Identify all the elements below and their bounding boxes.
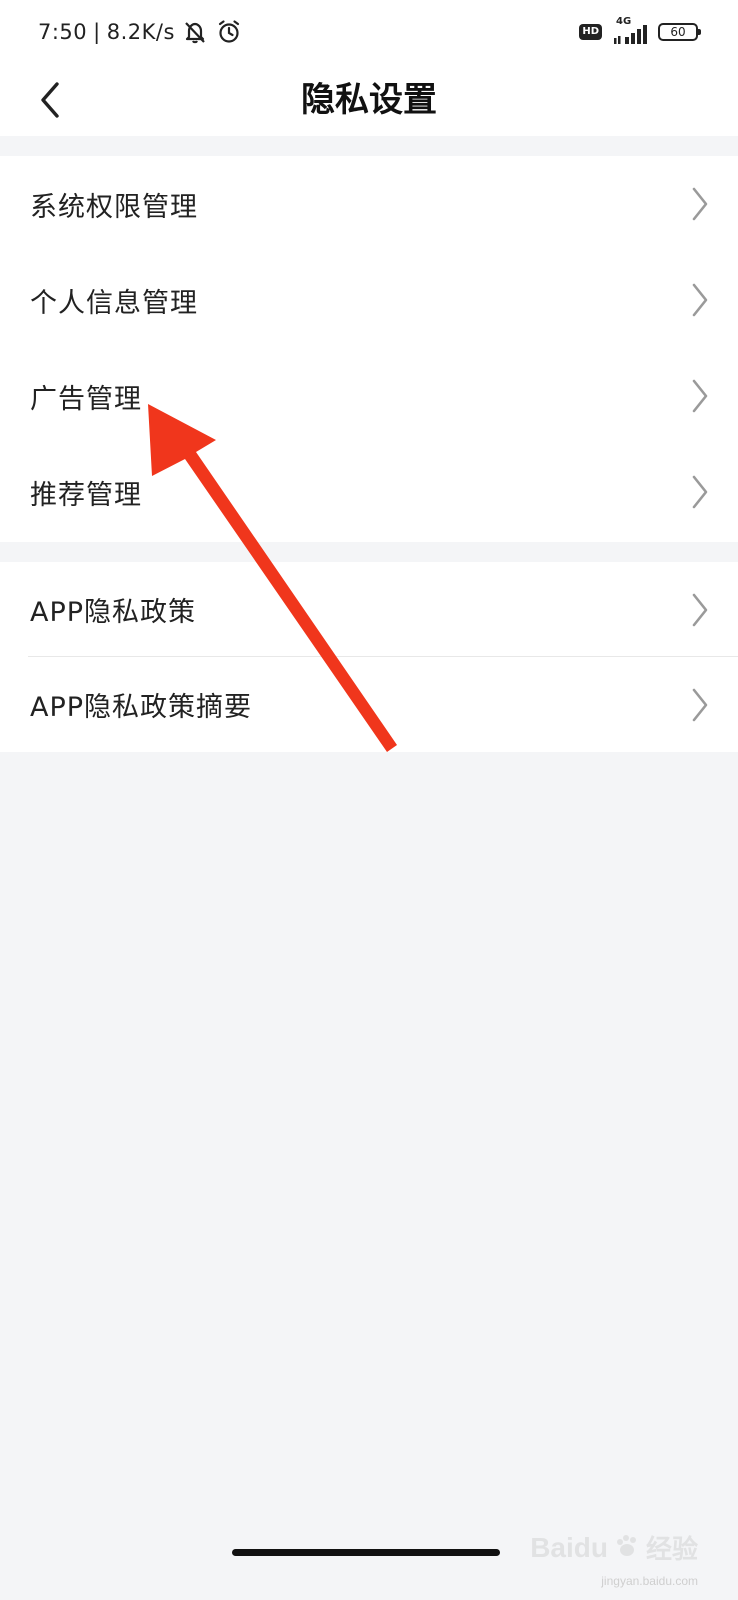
- alarm-icon: [215, 18, 243, 46]
- battery-icon: 60: [658, 23, 701, 41]
- back-button[interactable]: [22, 72, 78, 128]
- battery-level: 60: [670, 25, 686, 39]
- menu-item-system-permissions[interactable]: 系统权限管理: [0, 156, 738, 252]
- status-bar: 7:50 | 8.2K/s HD 4G 60: [0, 0, 738, 64]
- menu-item-label: APP隐私政策摘要: [30, 692, 253, 723]
- nav-bar: 隐私设置: [0, 64, 738, 136]
- menu-item-label: 个人信息管理: [30, 287, 198, 319]
- chevron-right-icon: [692, 283, 708, 317]
- chevron-right-icon: [692, 593, 708, 626]
- settings-group-1: 系统权限管理 个人信息管理 广告管理 推荐管理: [0, 156, 738, 542]
- menu-item-label: 广告管理: [30, 383, 142, 415]
- watermark-sub: 经验: [645, 1535, 698, 1565]
- menu-item-ad-management[interactable]: 广告管理: [0, 348, 738, 444]
- menu-item-privacy-policy[interactable]: APP隐私政策: [0, 562, 738, 657]
- chevron-right-icon: [692, 688, 708, 721]
- chevron-right-icon: [692, 475, 708, 509]
- chevron-right-icon: [692, 379, 708, 413]
- chevron-right-icon: [692, 187, 708, 221]
- menu-item-recommendation[interactable]: 推荐管理: [0, 444, 738, 540]
- signal-icon: 4G: [610, 16, 650, 46]
- net-speed: 8.2K/s: [106, 20, 175, 44]
- hd-badge: HD: [579, 24, 602, 40]
- menu-item-privacy-policy-summary[interactable]: APP隐私政策摘要: [0, 657, 738, 752]
- mute-bell-icon: [181, 18, 209, 46]
- status-right: HD 4G 60: [579, 16, 701, 48]
- settings-group-2: APP隐私政策 APP隐私政策摘要: [0, 562, 738, 752]
- status-time: 7:50: [38, 20, 88, 44]
- page-title: 隐私设置: [301, 80, 437, 120]
- back-arrow-icon: [41, 82, 59, 118]
- menu-item-label: APP隐私政策: [30, 597, 197, 628]
- home-indicator[interactable]: [232, 1549, 500, 1556]
- watermark-brand: Baidu: [530, 1531, 608, 1563]
- paw-icon: [614, 1533, 640, 1563]
- watermark: Baidu 经验: [530, 1529, 698, 1566]
- menu-item-label: 系统权限管理: [30, 191, 198, 223]
- menu-item-label: 推荐管理: [30, 479, 142, 511]
- watermark-url: jingyan.baidu.com: [601, 1574, 698, 1588]
- status-separator: |: [93, 20, 101, 44]
- menu-item-personal-info[interactable]: 个人信息管理: [0, 252, 738, 348]
- status-left: 7:50 | 8.2K/s: [38, 16, 243, 48]
